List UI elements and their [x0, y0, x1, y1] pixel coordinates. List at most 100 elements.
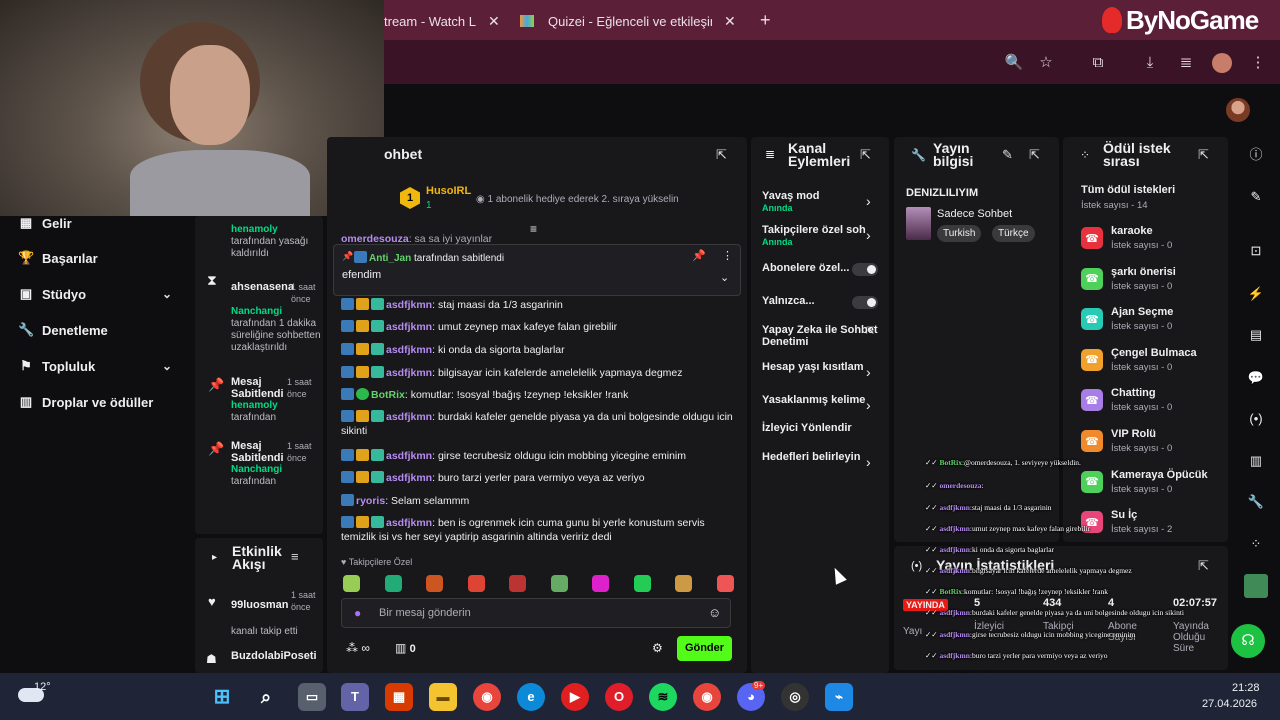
external-link-icon[interactable]: ⇱ — [866, 326, 874, 337]
action-item[interactable]: Yasaklanmış kelime — [762, 394, 880, 406]
layout-icon[interactable]: ▥ — [1244, 449, 1268, 473]
zoom-icon[interactable]: 🔍 — [1002, 52, 1026, 74]
hype-user[interactable]: HusoIRL — [426, 185, 471, 197]
filter-icon[interactable]: ≡ — [291, 549, 299, 564]
nav-item-denetleme[interactable]: 🔧 Denetleme — [18, 320, 108, 340]
emote-icon[interactable] — [384, 575, 402, 592]
send-button[interactable]: Gönder — [677, 636, 732, 661]
spotify-icon[interactable]: ≋ — [649, 683, 677, 711]
chat-user[interactable]: asdfjkmn — [386, 450, 432, 462]
user-avatar[interactable] — [1226, 98, 1250, 122]
edge-icon[interactable]: e — [517, 683, 545, 711]
chevron-right-icon[interactable]: › — [866, 364, 871, 380]
close-tab-icon[interactable]: ✕ — [724, 13, 736, 30]
category-name[interactable]: Sadece Sohbet — [937, 208, 1012, 220]
nodes-icon[interactable]: ⁘ — [1244, 532, 1268, 556]
close-tab-icon[interactable]: ✕ — [488, 13, 500, 30]
obs-icon[interactable]: ◎ — [781, 683, 809, 711]
gift-icon[interactable]: ▥ 0 — [395, 641, 416, 655]
points-icon[interactable]: ⁂ ∞ — [346, 641, 370, 655]
windows-start-icon[interactable]: ⊞ — [208, 683, 236, 711]
chevron-right-icon[interactable]: › — [866, 227, 871, 243]
reward-item[interactable]: ☎ Çengel Bulmaca İstek sayısı - 0 — [1081, 345, 1197, 375]
nav-item-gelir[interactable]: ▦ Gelir — [18, 213, 72, 233]
support-headset-icon[interactable]: ☊ — [1231, 624, 1265, 658]
emote-icon[interactable] — [467, 575, 485, 592]
popout-icon[interactable]: ⇱ — [1198, 147, 1209, 163]
store-icon[interactable]: ▦ — [385, 683, 413, 711]
action-item[interactable]: Takipçilere özel soh Anında — [762, 224, 880, 248]
popout-icon[interactable]: ⇱ — [1029, 147, 1040, 163]
edit-pencil-icon[interactable]: ✎ — [1244, 185, 1268, 209]
app-icon[interactable]: ⌁ — [825, 683, 853, 711]
teams-icon[interactable]: T — [341, 683, 369, 711]
pinned-by[interactable]: Anti_Jan — [369, 253, 411, 264]
browser-tab-quizei[interactable]: Quizei - Eğlenceli ve etkileşimli ✕ — [520, 6, 750, 36]
wrench-icon[interactable]: 🔧 — [1244, 490, 1268, 514]
chat-user[interactable]: asdfjkmn — [386, 344, 432, 356]
tag-chip[interactable]: Türkçe — [992, 225, 1035, 242]
folder-icon[interactable]: ▬ — [429, 683, 457, 711]
emote-icon[interactable] — [716, 575, 734, 592]
reward-item[interactable]: ☎ Chatting İstek sayısı - 0 — [1081, 385, 1172, 415]
nav-item-topluluk[interactable]: ⚑ Topluluk ⌄ — [18, 356, 188, 376]
chat-user[interactable]: asdfjkmn — [386, 472, 432, 484]
reward-item[interactable]: ☎ Ajan Seçme İstek sayısı - 0 — [1081, 304, 1173, 334]
emote-icon[interactable] — [426, 575, 443, 592]
tag-chip[interactable]: Turkish — [937, 225, 982, 242]
chat-user[interactable]: asdfjkmn — [386, 517, 432, 529]
nav-item-basarilar[interactable]: 🏆 Başarılar — [18, 248, 98, 268]
chat-user[interactable]: asdfjkmn — [386, 299, 432, 311]
emote-icon[interactable] — [509, 575, 526, 592]
reward-item[interactable]: ☎ karaoke İstek sayısı - 0 — [1081, 223, 1172, 253]
toggle-switch[interactable] — [852, 296, 878, 309]
toggle-switch[interactable] — [852, 263, 878, 276]
broadcast-icon[interactable]: (•) — [1244, 407, 1268, 431]
profile-avatar[interactable] — [1212, 53, 1232, 73]
chat-input[interactable]: ● Bir mesaj gönderin ☺ — [341, 598, 731, 628]
mic-icon[interactable]: ● — [354, 606, 361, 620]
action-item[interactable]: İzleyici Yönlendir — [762, 422, 880, 434]
popout-icon[interactable]: ⇱ — [1198, 558, 1209, 574]
chevron-right-icon[interactable]: › — [866, 193, 871, 209]
action-item[interactable]: Yavaş mod Anında — [762, 190, 880, 214]
category-thumbnail[interactable] — [906, 207, 931, 240]
chevron-right-icon[interactable]: › — [866, 454, 871, 470]
nav-item-droplar[interactable]: ▥ Droplar ve ödüller — [18, 392, 153, 412]
more-icon[interactable]: ⋮ — [722, 249, 733, 262]
popout-icon[interactable]: ⇱ — [716, 147, 727, 163]
chrome-active-icon[interactable]: ◉ — [693, 683, 721, 711]
bookmark-star-icon[interactable]: ☆ — [1034, 52, 1058, 74]
reward-item[interactable]: ☎ VIP Rolü İstek sayısı - 0 — [1081, 426, 1172, 456]
all-rewards[interactable]: Tüm ödül istekleri — [1081, 184, 1175, 196]
emote-icon[interactable] — [592, 575, 609, 592]
action-item[interactable]: Hesap yaşı kısıtlam — [762, 361, 880, 373]
opera-icon[interactable]: O — [605, 683, 633, 711]
chrome-icon[interactable]: ◉ — [473, 683, 501, 711]
action-item[interactable]: Hedefleri belirleyin — [762, 451, 880, 463]
extensions-icon[interactable]: ⧉ — [1086, 52, 1110, 74]
emote-icon[interactable] — [675, 575, 692, 592]
expand-icon[interactable]: ⌄ — [720, 271, 729, 284]
reward-item[interactable]: ☎ Kameraya Öpücük İstek sayısı - 0 — [1081, 467, 1208, 497]
unpin-icon[interactable]: 📌 — [692, 249, 706, 262]
chat-user[interactable]: BotRix — [371, 389, 405, 401]
task-view-icon[interactable]: ▭ — [298, 683, 326, 711]
reward-item[interactable]: ☎ şarkı önerisi İstek sayısı - 0 — [1081, 264, 1176, 294]
new-tab-button[interactable]: + — [760, 10, 771, 31]
download-icon[interactable]: ⤓ — [1138, 52, 1162, 74]
settings-gear-icon[interactable]: ⚙ — [652, 641, 663, 655]
emoji-icon[interactable]: ☺ — [708, 605, 721, 620]
camera-icon[interactable]: ⊡ — [1244, 239, 1268, 263]
edit-pencil-icon[interactable]: ✎ — [1002, 147, 1013, 163]
notes-icon[interactable]: ▤ — [1244, 323, 1268, 347]
game-app-icon[interactable] — [1244, 574, 1268, 598]
chat-user[interactable]: asdfjkmn — [386, 411, 432, 423]
browser-tab-stream[interactable]: tream - Watch Liv ✕ — [384, 6, 504, 36]
info-icon[interactable]: ⓘ — [1244, 143, 1268, 167]
popout-icon[interactable]: ⇱ — [860, 147, 871, 163]
youtube-icon[interactable]: ▶ — [561, 683, 589, 711]
nav-item-studyo[interactable]: ▣ Stüdyo ⌄ — [18, 284, 188, 304]
reward-item[interactable]: ☎ Su İç İstek sayısı - 2 — [1081, 507, 1172, 537]
chat-user[interactable]: ryoris — [356, 495, 385, 507]
